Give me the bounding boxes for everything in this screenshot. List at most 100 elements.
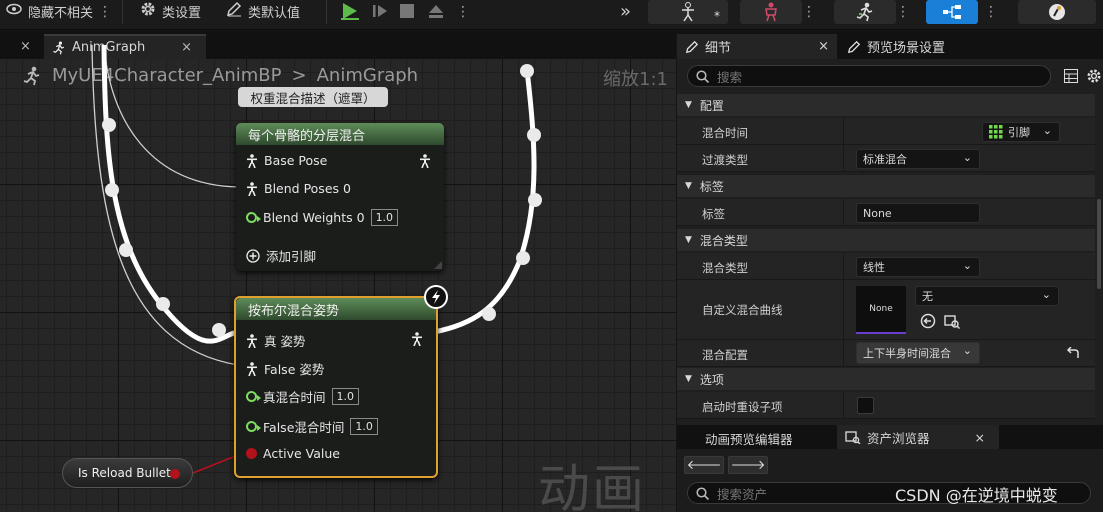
- details-tab-bar: 细节 × 预览场景设置: [677, 31, 1103, 59]
- node-comment-bubble[interactable]: 权重混合描述（遮罩）: [238, 87, 388, 107]
- pose-pin-icon: [247, 333, 257, 348]
- details-scrollbar[interactable]: [1097, 199, 1101, 289]
- row-reset-child-on-activation: 启动时重设子项: [677, 392, 1095, 419]
- mesh-options-icon[interactable]: ⋮: [802, 0, 816, 24]
- dropdown-value: 线性: [863, 261, 885, 274]
- pin-label: 真 姿势: [264, 334, 306, 349]
- mesh-mode-button[interactable]: [740, 0, 802, 24]
- csdn-watermark: CSDN @在逆境中蜕变: [895, 486, 1058, 505]
- pin-true-blend-time[interactable]: 真混合时间 1.0: [246, 387, 360, 406]
- tag-input[interactable]: None: [856, 203, 980, 223]
- pin-label: Blend Poses 0: [264, 181, 351, 196]
- dropdown-value: 标准混合: [863, 153, 907, 166]
- section-options-header[interactable]: ▼ 选项: [677, 368, 1095, 390]
- dropdown-value: 无: [922, 290, 933, 303]
- skeleton-icon: [682, 2, 694, 22]
- search-placeholder: 搜索: [717, 69, 743, 85]
- tab-details[interactable]: 细节 ×: [677, 34, 837, 59]
- wire-active-value: [192, 454, 239, 474]
- fast-path-icon: [424, 285, 448, 309]
- curve-thumbnail[interactable]: None: [856, 286, 906, 334]
- reset-to-default-icon[interactable]: [1066, 347, 1080, 359]
- section-tag-header[interactable]: ▼ 标签: [677, 175, 1095, 197]
- forward-button[interactable]: 🡒: [728, 456, 768, 474]
- search-placeholder: 搜索资产: [717, 486, 768, 502]
- grid-pin-icon: [989, 125, 1003, 139]
- transition-type-dropdown[interactable]: 标准混合 ⌄: [856, 149, 980, 169]
- tab-anim-preview-editor[interactable]: 动画预览编辑器: [705, 429, 793, 448]
- pin-false-blend-time[interactable]: False混合时间 1.0: [246, 417, 378, 436]
- wire-false-pose: [91, 44, 239, 366]
- collapse-arrow-icon: ▼: [685, 100, 692, 110]
- exec-wire-right: [433, 69, 537, 335]
- settings-gear-icon[interactable]: [1086, 68, 1102, 84]
- search-icon: [696, 486, 709, 500]
- row-label: 混合类型: [702, 261, 748, 275]
- section-blend-type-header[interactable]: ▼ 混合类型: [677, 229, 1095, 251]
- back-button[interactable]: 🡐: [684, 456, 724, 474]
- blend-time-pin-dropdown[interactable]: 引脚 ⌄: [982, 122, 1060, 142]
- blend-weight-value[interactable]: 1.0: [370, 209, 399, 226]
- false-blend-time-value[interactable]: 1.0: [350, 418, 378, 435]
- chevron-down-icon: ⌄: [962, 344, 972, 357]
- browse-asset-icon[interactable]: [944, 313, 960, 329]
- custom-curve-dropdown[interactable]: 无 ⌄: [915, 286, 1059, 306]
- node-title: 按布尔混合姿势: [236, 298, 436, 320]
- pose-pin-icon: [247, 153, 257, 168]
- details-search-input[interactable]: 搜索: [687, 65, 1051, 87]
- pin-blend-weights-0[interactable]: Blend Weights 0 1.0: [246, 209, 399, 226]
- close-tab-icon[interactable]: ×: [818, 39, 829, 54]
- layered-blend-node[interactable]: 每个骨骼的分层混合 Base Pose Blend Poses 0 Blend …: [236, 123, 444, 271]
- row-blend-time: 混合时间 引脚 ⌄: [677, 118, 1095, 145]
- close-tab-icon[interactable]: ×: [975, 430, 985, 445]
- pin-label: 真混合时间: [263, 390, 326, 405]
- search-icon: [696, 69, 709, 83]
- pin-blend-poses-0[interactable]: Blend Poses 0: [246, 181, 351, 196]
- pencil-icon: [847, 40, 861, 53]
- animation-options-icon[interactable]: ⋮: [896, 0, 910, 24]
- table-view-icon[interactable]: [1064, 69, 1078, 83]
- bool-output-pin-icon[interactable]: [170, 469, 180, 479]
- pin-label: Active Value: [263, 446, 340, 461]
- node-title: 每个骨骼的分层混合: [236, 123, 444, 145]
- pencil-icon: [685, 40, 699, 53]
- variable-label: Is Reload Bullet: [78, 466, 171, 480]
- physics-mode-button[interactable]: [1018, 0, 1096, 24]
- use-selected-asset-icon[interactable]: [920, 313, 936, 329]
- pin-base-pose[interactable]: Base Pose: [246, 153, 327, 168]
- add-pin-label: 添加引脚: [266, 249, 317, 264]
- section-config-header[interactable]: ▼ 配置: [677, 94, 1095, 116]
- tab-label: 细节: [705, 41, 732, 56]
- chevron-down-icon: ⌄: [1042, 124, 1052, 137]
- pin-false-pose[interactable]: False 姿势: [246, 359, 324, 378]
- tab-preview-scene-settings[interactable]: 预览场景设置: [845, 34, 945, 59]
- resize-grip-icon[interactable]: [434, 261, 442, 269]
- collapse-arrow-icon: ▼: [685, 374, 692, 384]
- blueprint-options-icon[interactable]: ⋮: [984, 0, 998, 24]
- pin-label: False 姿势: [264, 362, 325, 377]
- tab-asset-browser[interactable]: 资产浏览器 ×: [837, 425, 999, 449]
- true-blend-time-value[interactable]: 1.0: [331, 388, 360, 405]
- add-pin-button[interactable]: 添加引脚: [246, 246, 316, 265]
- pose-output-icon[interactable]: [419, 154, 431, 168]
- blend-type-dropdown[interactable]: 线性 ⌄: [856, 257, 980, 277]
- row-label: 混合时间: [702, 126, 748, 140]
- physics-icon: [1049, 4, 1065, 20]
- blend-by-bool-node[interactable]: 按布尔混合姿势 真 姿势 False 姿势 真混合时间 1.0 False混合时…: [234, 296, 438, 478]
- collapse-arrow-icon: ▼: [685, 181, 692, 191]
- pin-label: Blend Weights 0: [263, 210, 365, 225]
- reset-child-checkbox[interactable]: [857, 397, 874, 414]
- pose-output-icon[interactable]: [411, 332, 423, 346]
- section-label: 配置: [699, 98, 724, 113]
- exec-wire-left: [101, 44, 241, 344]
- chevron-down-icon: ⌄: [962, 259, 972, 272]
- mesh-icon: [765, 2, 777, 22]
- blueprint-mode-button[interactable]: [926, 0, 978, 24]
- animation-mode-button[interactable]: [834, 0, 896, 24]
- variable-node-is-reload-bullet[interactable]: Is Reload Bullet: [62, 458, 193, 488]
- blend-profile-dropdown[interactable]: 上下半身时间混合 ⌄: [856, 342, 980, 364]
- pin-true-pose[interactable]: 真 姿势: [246, 331, 305, 350]
- asterisk-icon: *: [714, 9, 720, 23]
- arrow-left-icon: 🡐: [686, 458, 722, 473]
- pin-active-value[interactable]: Active Value: [246, 446, 340, 461]
